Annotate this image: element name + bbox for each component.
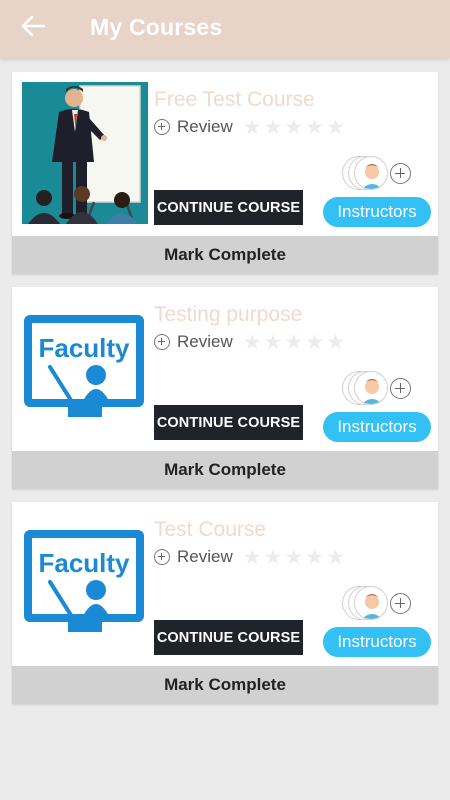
faculty-logo-text: Faculty	[38, 333, 130, 363]
course-thumbnail: Faculty	[22, 297, 148, 439]
faculty-logo-image: Faculty	[22, 512, 148, 654]
avatar	[354, 371, 388, 405]
star-icon[interactable]: ★	[305, 547, 324, 568]
review-row: Review ★ ★ ★ ★ ★	[154, 331, 347, 353]
add-instructor-icon[interactable]	[390, 593, 411, 614]
avatar	[354, 156, 388, 190]
continue-course-button[interactable]: CONTINUE COURSE	[154, 190, 303, 225]
review-row: Review ★ ★ ★ ★ ★	[154, 546, 347, 568]
instructors-button[interactable]: Instructors	[323, 412, 431, 442]
avatar	[354, 586, 388, 620]
rating-stars[interactable]: ★ ★ ★ ★ ★	[243, 332, 347, 353]
star-icon[interactable]: ★	[326, 117, 345, 138]
mark-complete-button[interactable]: Mark Complete	[12, 236, 438, 274]
star-icon[interactable]: ★	[243, 547, 262, 568]
instructor-avatars	[342, 586, 414, 620]
instructor-avatar-icon	[361, 379, 383, 404]
add-instructor-icon[interactable]	[390, 163, 411, 184]
page-title: My Courses	[90, 14, 223, 40]
course-thumbnail: Faculty	[22, 512, 148, 654]
instructor-avatars	[342, 371, 414, 405]
mark-complete-button[interactable]: Mark Complete	[12, 451, 438, 489]
back-button[interactable]	[18, 12, 52, 42]
star-icon[interactable]: ★	[264, 332, 283, 353]
faculty-logo-image: Faculty	[22, 297, 148, 439]
review-label[interactable]: Review	[177, 117, 233, 137]
star-icon[interactable]: ★	[243, 117, 262, 138]
instructors-button[interactable]: Instructors	[323, 627, 431, 657]
instructor-avatar-icon	[361, 594, 383, 619]
course-thumbnail	[22, 82, 148, 224]
star-icon[interactable]: ★	[284, 547, 303, 568]
course-card: Faculty Test Course Review ★ ★ ★ ★ ★ CON…	[12, 502, 438, 704]
course-title[interactable]: Testing purpose	[154, 303, 302, 327]
continue-course-button[interactable]: CONTINUE COURSE	[154, 620, 303, 655]
star-icon[interactable]: ★	[326, 332, 345, 353]
star-icon[interactable]: ★	[326, 547, 345, 568]
instructor-avatar-icon	[361, 164, 383, 189]
instructors-button[interactable]: Instructors	[323, 197, 431, 227]
star-icon[interactable]: ★	[284, 117, 303, 138]
mark-complete-button[interactable]: Mark Complete	[12, 666, 438, 704]
star-icon[interactable]: ★	[264, 117, 283, 138]
app-header: My Courses	[0, 0, 450, 58]
presenter-whiteboard-image	[22, 82, 148, 224]
review-row: Review ★ ★ ★ ★ ★	[154, 116, 347, 138]
rating-stars[interactable]: ★ ★ ★ ★ ★	[243, 547, 347, 568]
review-label[interactable]: Review	[177, 332, 233, 352]
rating-stars[interactable]: ★ ★ ★ ★ ★	[243, 117, 347, 138]
add-review-icon[interactable]	[154, 334, 170, 350]
course-card: Free Test Course Review ★ ★ ★ ★ ★ CONTIN…	[12, 72, 438, 274]
course-title[interactable]: Free Test Course	[154, 88, 315, 112]
star-icon[interactable]: ★	[305, 332, 324, 353]
faculty-logo-text: Faculty	[38, 548, 130, 578]
add-instructor-icon[interactable]	[390, 378, 411, 399]
instructor-avatars	[342, 156, 414, 190]
arrow-left-icon	[21, 15, 46, 37]
course-card: Faculty Testing purpose Review ★ ★ ★ ★ ★	[12, 287, 438, 489]
continue-course-button[interactable]: CONTINUE COURSE	[154, 405, 303, 440]
add-review-icon[interactable]	[154, 549, 170, 565]
add-review-icon[interactable]	[154, 119, 170, 135]
star-icon[interactable]: ★	[243, 332, 262, 353]
star-icon[interactable]: ★	[264, 547, 283, 568]
star-icon[interactable]: ★	[305, 117, 324, 138]
course-title[interactable]: Test Course	[154, 518, 266, 542]
review-label[interactable]: Review	[177, 547, 233, 567]
star-icon[interactable]: ★	[284, 332, 303, 353]
